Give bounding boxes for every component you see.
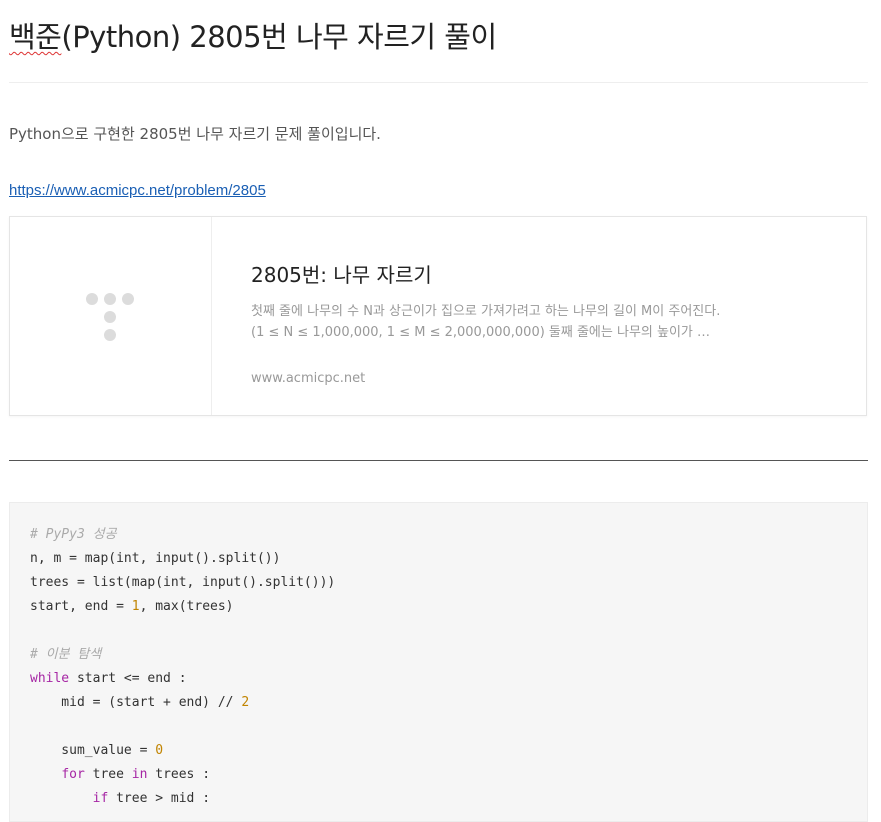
code-token: start <= end : [69, 671, 187, 686]
code-token: 1 [131, 599, 140, 614]
code-token: sum_value = [30, 743, 156, 758]
code-block: # PyPy3 성공 n, m = map(int, input().split(… [9, 502, 868, 822]
code-token: # PyPy3 성공 [30, 527, 117, 542]
code-line: if tree > mid : [30, 787, 335, 811]
card-thumbnail [10, 217, 212, 415]
card-title: 2805번: 나무 자르기 [251, 263, 432, 287]
code-token: , max(trees) [139, 599, 234, 614]
code-token: in [131, 767, 148, 782]
page-title: 백준(Python) 2805번 나무 자르기 풀이 [9, 14, 497, 56]
code-token: mid = (start + end) // [30, 695, 242, 710]
code-line: # 이분 탐색 [30, 643, 335, 667]
link-preview-card[interactable]: 2805번: 나무 자르기 첫째 줄에 나무의 수 N과 상근이가 집으로 가져… [9, 216, 867, 416]
code-line: for tree in trees : [30, 763, 335, 787]
title-divider [9, 82, 868, 83]
page-title-prefix: 백준 [9, 20, 62, 54]
code-content: # PyPy3 성공 n, m = map(int, input().split(… [30, 523, 335, 811]
code-line: n, m = map(int, input().split()) [30, 547, 335, 571]
code-token: tree > mid : [108, 791, 211, 806]
code-token: for [61, 767, 85, 782]
code-line: mid = (start + end) // 2 [30, 691, 335, 715]
code-token: tree [84, 767, 132, 782]
code-line: while start <= end : [30, 667, 335, 691]
code-token: # 이분 탐색 [30, 647, 102, 662]
code-line: sum_value = 0 [30, 739, 335, 763]
code-line: trees = list(map(int, input().split())) [30, 571, 335, 595]
code-token: n, m = map(int, input().split()) [30, 551, 281, 566]
code-token: 0 [155, 743, 164, 758]
code-token: 2 [241, 695, 250, 710]
code-token: trees = list(map(int, input().split())) [30, 575, 336, 590]
code-token: start, end = [30, 599, 132, 614]
code-line: # PyPy3 성공 [30, 523, 335, 547]
intro-paragraph: Python으로 구현한 2805번 나무 자르기 문제 풀이입니다. [9, 125, 381, 143]
section-divider [9, 460, 868, 461]
page-title-rest: (Python) 2805번 나무 자르기 풀이 [61, 20, 497, 54]
code-token: trees : [147, 767, 211, 782]
code-token: while [30, 671, 70, 686]
code-token: if [92, 791, 109, 806]
code-line: start, end = 1, max(trees) [30, 595, 335, 619]
problem-link[interactable]: https://www.acmicpc.net/problem/2805 [9, 182, 266, 199]
card-domain: www.acmicpc.net [251, 371, 366, 386]
card-description: 첫째 줄에 나무의 수 N과 상근이가 집으로 가져가려고 하는 나무의 길이 … [251, 304, 721, 340]
